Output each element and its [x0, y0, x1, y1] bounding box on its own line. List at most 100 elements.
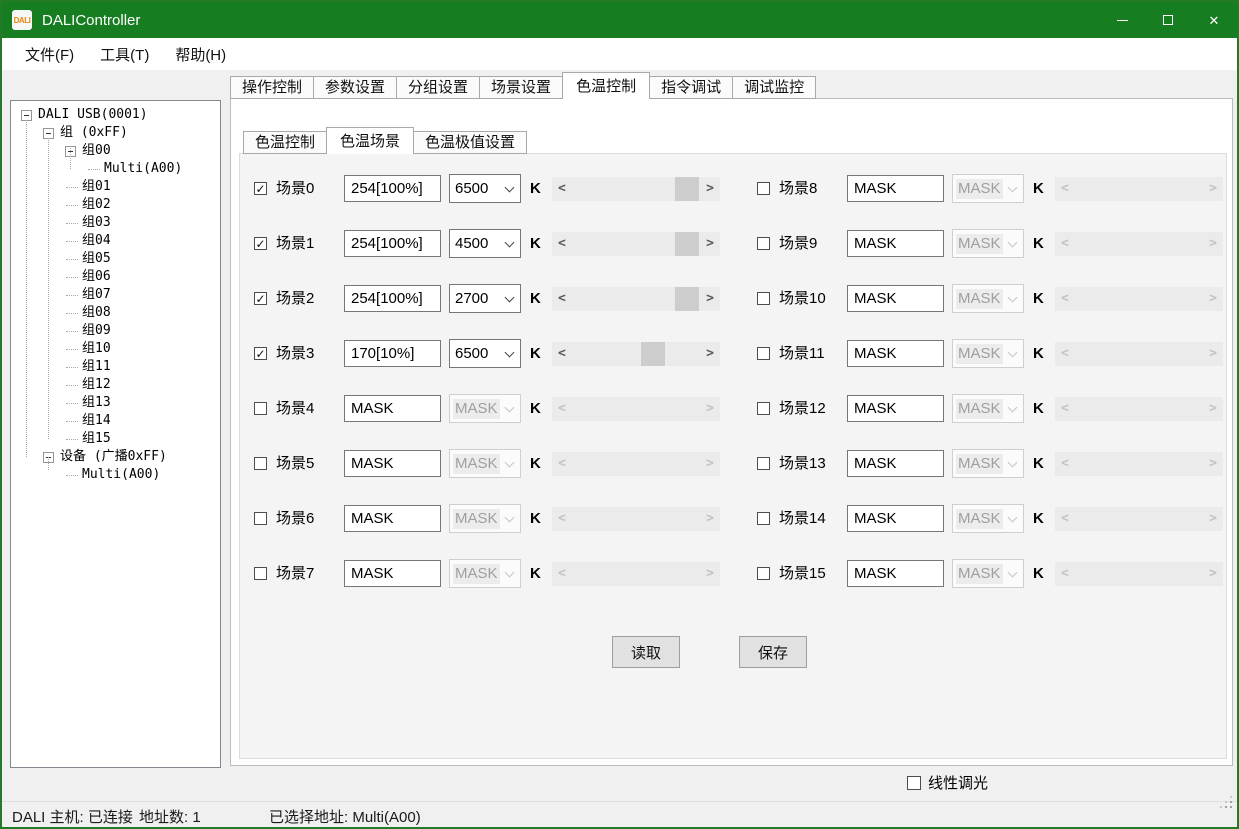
tree-item[interactable]: 组13	[11, 394, 220, 412]
scene-value-input[interactable]: MASK	[847, 285, 944, 312]
scene-value-input[interactable]: MASK	[344, 450, 441, 477]
slider-right-arrow-icon[interactable]: >	[706, 177, 714, 201]
slider-right-arrow-icon[interactable]: >	[706, 287, 714, 311]
scene-checkbox[interactable]	[757, 567, 770, 580]
tree-item[interactable]: Multi(A00)	[11, 160, 220, 178]
subtab-1[interactable]: 色温场景	[326, 127, 414, 154]
tree-item[interactable]: 设备 (广播0xFF)	[11, 448, 220, 466]
slider-left-arrow-icon[interactable]: <	[1061, 177, 1069, 201]
tree-item[interactable]: 组05	[11, 250, 220, 268]
scene-checkbox[interactable]: ✓	[254, 347, 267, 360]
slider-right-arrow-icon[interactable]: >	[1209, 287, 1217, 311]
tree-item[interactable]: 组00	[11, 142, 220, 160]
slider-left-arrow-icon[interactable]: <	[558, 562, 566, 586]
scene-temp-dropdown[interactable]: 6500	[449, 174, 521, 203]
scene-slider[interactable]: < >	[1055, 177, 1223, 201]
scene-slider[interactable]: < >	[1055, 452, 1223, 476]
scene-checkbox[interactable]	[254, 567, 267, 580]
tab-1[interactable]: 参数设置	[313, 76, 397, 99]
scene-temp-dropdown[interactable]: MASK	[952, 339, 1024, 368]
scene-checkbox[interactable]: ✓	[254, 292, 267, 305]
scene-value-input[interactable]: MASK	[847, 340, 944, 367]
tree-item[interactable]: 组02	[11, 196, 220, 214]
scene-slider[interactable]: < >	[552, 177, 720, 201]
scene-value-input[interactable]: MASK	[847, 175, 944, 202]
save-button[interactable]: 保存	[739, 636, 807, 668]
scene-checkbox[interactable]	[757, 457, 770, 470]
scene-temp-dropdown[interactable]: MASK	[952, 229, 1024, 258]
tree-item[interactable]: 组15	[11, 430, 220, 448]
tree-item[interactable]: 组12	[11, 376, 220, 394]
slider-left-arrow-icon[interactable]: <	[558, 177, 566, 201]
slider-thumb[interactable]	[641, 342, 665, 366]
scene-slider[interactable]: < >	[1055, 397, 1223, 421]
tab-3[interactable]: 场景设置	[479, 76, 563, 99]
slider-left-arrow-icon[interactable]: <	[558, 287, 566, 311]
scene-temp-dropdown[interactable]: MASK	[952, 559, 1024, 588]
slider-right-arrow-icon[interactable]: >	[1209, 177, 1217, 201]
slider-right-arrow-icon[interactable]: >	[706, 562, 714, 586]
slider-left-arrow-icon[interactable]: <	[558, 397, 566, 421]
slider-left-arrow-icon[interactable]: <	[558, 342, 566, 366]
scene-temp-dropdown[interactable]: MASK	[952, 504, 1024, 533]
scene-checkbox[interactable]	[757, 512, 770, 525]
slider-left-arrow-icon[interactable]: <	[1061, 507, 1069, 531]
scene-temp-dropdown[interactable]: MASK	[952, 174, 1024, 203]
scene-slider[interactable]: < >	[552, 397, 720, 421]
scene-value-input[interactable]: 254[100%]	[344, 230, 441, 257]
scene-value-input[interactable]: 170[10%]	[344, 340, 441, 367]
scene-slider[interactable]: < >	[552, 562, 720, 586]
scene-slider[interactable]: < >	[552, 342, 720, 366]
scene-checkbox[interactable]	[757, 237, 770, 250]
scene-temp-dropdown[interactable]: MASK	[449, 449, 521, 478]
tree-item[interactable]: 组01	[11, 178, 220, 196]
slider-left-arrow-icon[interactable]: <	[558, 452, 566, 476]
slider-right-arrow-icon[interactable]: >	[1209, 452, 1217, 476]
scene-checkbox[interactable]: ✓	[254, 182, 267, 195]
minimize-button[interactable]	[1099, 2, 1145, 38]
scene-checkbox[interactable]	[254, 402, 267, 415]
scene-value-input[interactable]: MASK	[847, 450, 944, 477]
subtab-2[interactable]: 色温极值设置	[413, 131, 527, 154]
scene-temp-dropdown[interactable]: MASK	[449, 504, 521, 533]
scene-temp-dropdown[interactable]: MASK	[449, 394, 521, 423]
slider-left-arrow-icon[interactable]: <	[1061, 287, 1069, 311]
scene-value-input[interactable]: MASK	[344, 560, 441, 587]
scene-slider[interactable]: < >	[1055, 232, 1223, 256]
scene-slider[interactable]: < >	[1055, 342, 1223, 366]
tree-item[interactable]: 组06	[11, 268, 220, 286]
slider-right-arrow-icon[interactable]: >	[1209, 507, 1217, 531]
slider-left-arrow-icon[interactable]: <	[1061, 342, 1069, 366]
scene-slider[interactable]: < >	[1055, 507, 1223, 531]
tree-item[interactable]: 组03	[11, 214, 220, 232]
tab-0[interactable]: 操作控制	[230, 76, 314, 99]
tree-item[interactable]: 组 (0xFF)	[11, 124, 220, 142]
scene-checkbox[interactable]	[254, 512, 267, 525]
scene-value-input[interactable]: MASK	[847, 395, 944, 422]
scene-checkbox[interactable]	[757, 347, 770, 360]
scene-value-input[interactable]: MASK	[344, 505, 441, 532]
scene-slider[interactable]: < >	[552, 232, 720, 256]
menu-item[interactable]: 帮助(H)	[162, 40, 239, 69]
tree-item[interactable]: 组08	[11, 304, 220, 322]
scene-slider[interactable]: < >	[552, 507, 720, 531]
tree-item[interactable]: 组11	[11, 358, 220, 376]
slider-left-arrow-icon[interactable]: <	[1061, 562, 1069, 586]
scene-value-input[interactable]: MASK	[344, 395, 441, 422]
close-button[interactable]: ✕	[1191, 2, 1237, 38]
read-button[interactable]: 读取	[612, 636, 680, 668]
scene-slider[interactable]: < >	[552, 287, 720, 311]
tab-4[interactable]: 色温控制	[562, 72, 650, 99]
slider-thumb[interactable]	[675, 287, 699, 311]
slider-thumb[interactable]	[675, 232, 699, 256]
scene-temp-dropdown[interactable]: MASK	[952, 394, 1024, 423]
scene-temp-dropdown[interactable]: MASK	[449, 559, 521, 588]
tree-item[interactable]: 组10	[11, 340, 220, 358]
tree-item[interactable]: DALI USB(0001)	[11, 106, 220, 124]
tree-item[interactable]: 组04	[11, 232, 220, 250]
scene-value-input[interactable]: MASK	[847, 560, 944, 587]
slider-left-arrow-icon[interactable]: <	[1061, 232, 1069, 256]
slider-right-arrow-icon[interactable]: >	[706, 397, 714, 421]
scene-slider[interactable]: < >	[1055, 287, 1223, 311]
tree-item[interactable]: Multi(A00)	[11, 466, 220, 484]
